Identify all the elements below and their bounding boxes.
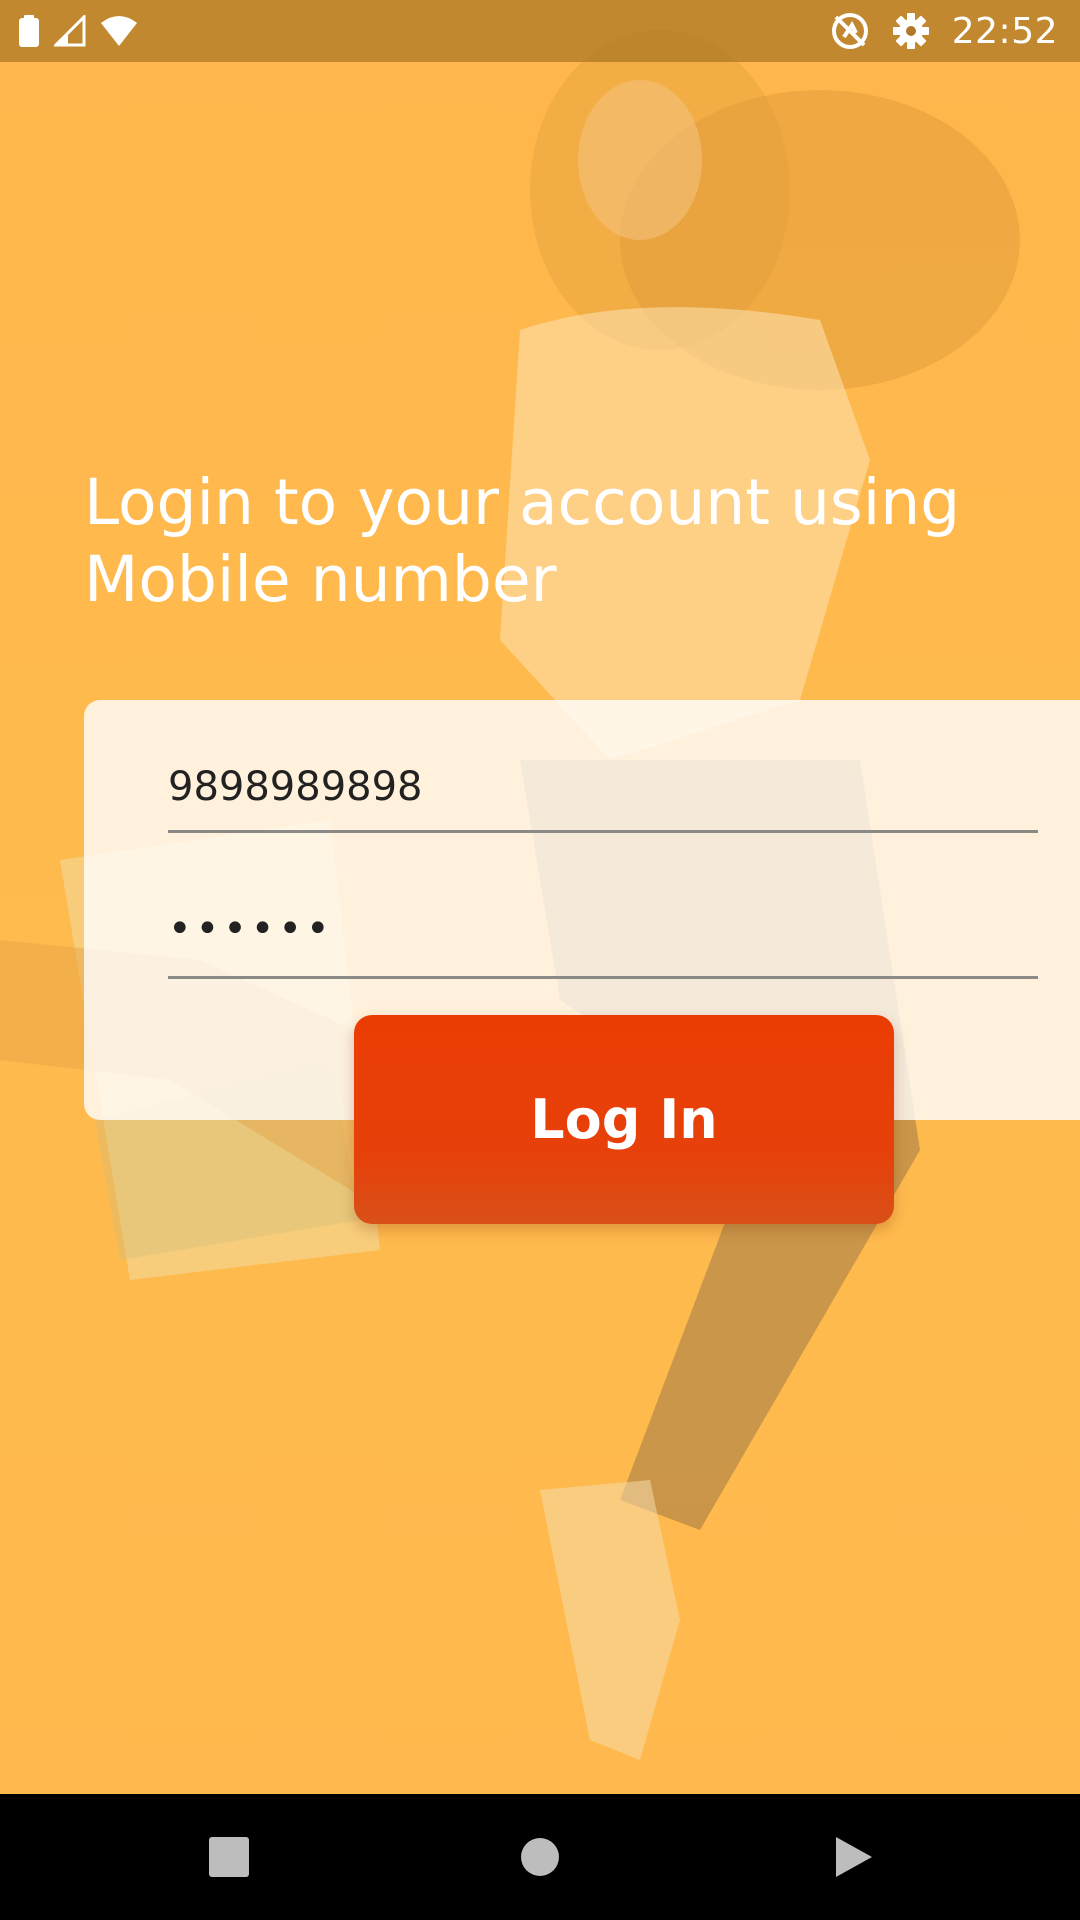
mobile-number-field[interactable]: 9898989898	[168, 730, 1038, 833]
home-button[interactable]	[460, 1794, 620, 1920]
status-left-icons	[18, 14, 138, 48]
navigation-bar	[0, 1794, 1080, 1920]
wifi-icon	[100, 15, 138, 47]
gear-icon	[892, 12, 930, 50]
status-right-icons: 22:52	[830, 8, 1058, 54]
password-value: ••••••	[168, 906, 334, 952]
mobile-number-value: 9898989898	[168, 764, 423, 810]
password-field[interactable]: ••••••	[168, 876, 1038, 979]
signal-icon	[54, 15, 86, 47]
login-button[interactable]: Log In	[354, 1015, 894, 1224]
sync-off-icon	[830, 11, 870, 51]
status-bar: 22:52	[0, 0, 1080, 62]
recents-button[interactable]	[149, 1794, 309, 1920]
login-button-label: Log In	[530, 1088, 718, 1151]
back-icon	[834, 1835, 874, 1879]
home-icon	[520, 1837, 560, 1877]
back-button[interactable]	[774, 1794, 934, 1920]
status-time: 22:52	[951, 10, 1058, 52]
battery-icon	[18, 15, 40, 47]
login-heading: Login to your account using Mobile numbe…	[84, 466, 961, 616]
recents-icon	[209, 1837, 249, 1877]
